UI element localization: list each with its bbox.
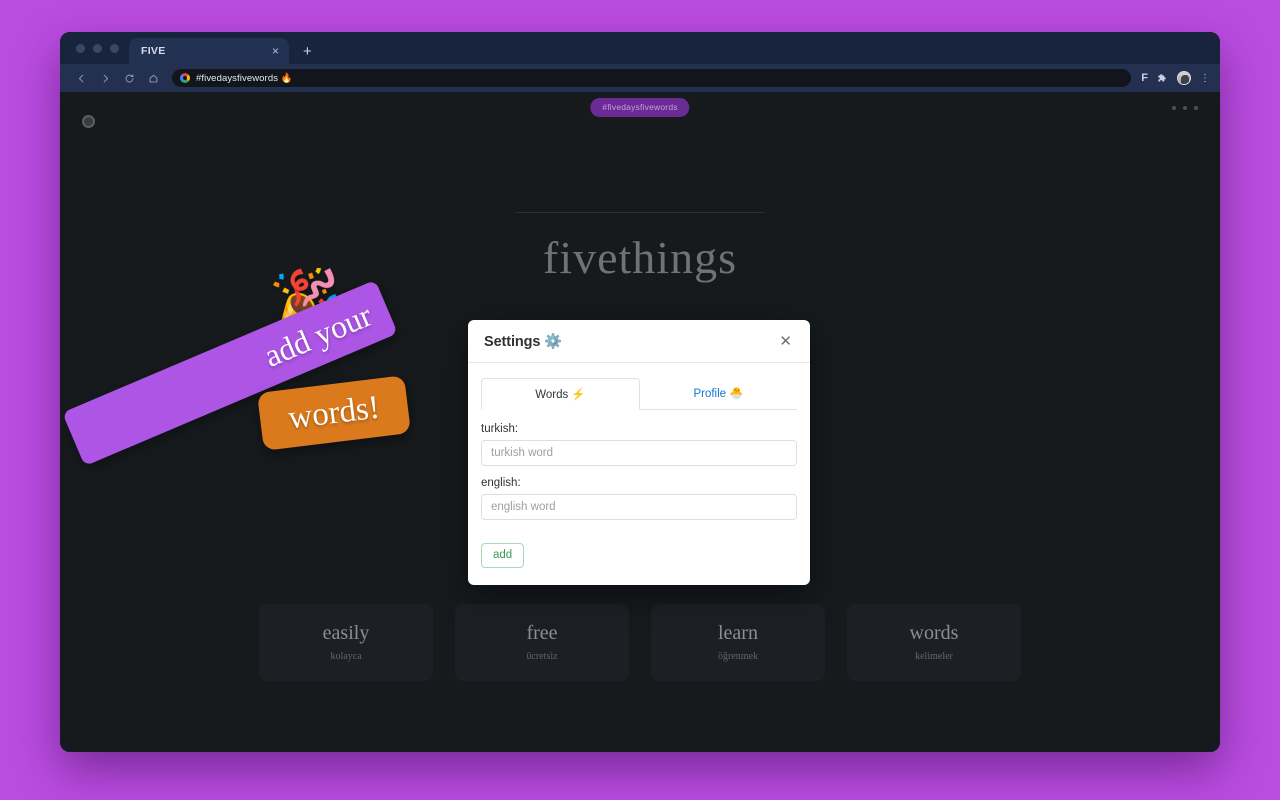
word-card-english: easily [322,622,370,644]
sticker-line-one: add your [258,296,377,374]
extension-f-icon[interactable]: F [1141,72,1148,84]
settings-modal-header: Settings ⚙️ ✕ [468,320,810,363]
word-cards: easily kolayca free ücretsiz learn öğren… [60,604,1220,681]
site-header: #fivedaysfivewords [60,92,1220,142]
browser-tab-title: FIVE [141,45,166,57]
word-card-turkish: öğrenmek [718,651,758,662]
minimize-window-button[interactable] [93,43,102,53]
word-card-turkish: kolayca [330,651,362,662]
back-arrow-icon[interactable] [70,67,92,89]
add-your-words-sticker: 🎉 add your words! [62,264,430,472]
more-options-icon[interactable] [1172,106,1198,110]
english-word-input[interactable] [481,494,797,520]
reload-icon[interactable] [118,67,140,89]
site-logo-icon[interactable] [82,114,95,128]
turkish-word-input[interactable] [481,440,797,466]
sticker-banner-purple: add your [62,279,398,467]
address-bar[interactable]: #fivedaysfivewords 🔥 [172,69,1132,87]
word-card[interactable]: words kelimeler [847,604,1021,681]
browser-menu-icon[interactable]: ⋮ [1200,73,1210,83]
settings-modal: Settings ⚙️ ✕ Words ⚡ Profile 🐣 turkish:… [468,320,810,585]
page-viewport: #fivedaysfivewords fivethings 🎉 add your… [60,92,1220,752]
maximize-window-button[interactable] [110,43,119,53]
word-card[interactable]: easily kolayca [259,604,433,681]
window-controls [72,32,129,64]
page-title: fivethings [543,232,737,283]
word-card-english: learn [718,622,758,644]
close-icon[interactable]: ✕ [777,330,794,353]
settings-modal-body: Words ⚡ Profile 🐣 turkish: english: add [468,363,810,585]
tab-profile[interactable]: Profile 🐣 [640,378,797,410]
address-bar-url: #fivedaysfivewords 🔥 [196,72,293,84]
puzzle-extension-icon[interactable] [1157,73,1168,84]
word-card[interactable]: free ücretsiz [455,604,629,681]
profile-avatar[interactable] [1177,71,1191,85]
home-icon[interactable] [142,67,164,89]
word-card-english: free [526,622,558,644]
word-card-turkish: ücretsiz [526,651,558,662]
google-favicon-icon [180,73,190,83]
new-tab-button[interactable]: + [303,44,312,59]
browser-tab[interactable]: FIVE × [129,38,289,64]
add-button[interactable]: add [481,543,525,568]
tab-words[interactable]: Words ⚡ [481,378,640,410]
browser-toolbar: #fivedaysfivewords 🔥 F ⋮ [60,64,1220,92]
word-card-english: words [909,622,959,644]
close-tab-icon[interactable]: × [270,45,281,57]
turkish-field-label: turkish: [481,423,519,435]
word-card[interactable]: learn öğrenmek [651,604,825,681]
browser-window: FIVE × + #fivedaysfivewords 🔥 F ⋮ #fived… [60,32,1220,752]
close-window-button[interactable] [76,43,85,53]
word-card-turkish: kelimeler [915,651,953,662]
forward-arrow-icon[interactable] [94,67,116,89]
settings-modal-title: Settings ⚙️ [484,333,563,350]
hero-section: fivethings [60,212,1220,281]
settings-tabs: Words ⚡ Profile 🐣 [481,377,797,410]
browser-tabstrip: FIVE × + [60,32,1220,64]
hero-divider [515,212,765,213]
browser-toolbar-icons: F ⋮ [1141,71,1212,85]
english-field-label: english: [481,477,521,489]
hashtag-badge: #fivedaysfivewords [590,98,690,117]
sticker-line-two: words! [286,389,382,436]
sticker-banner-orange: words! [257,375,411,451]
